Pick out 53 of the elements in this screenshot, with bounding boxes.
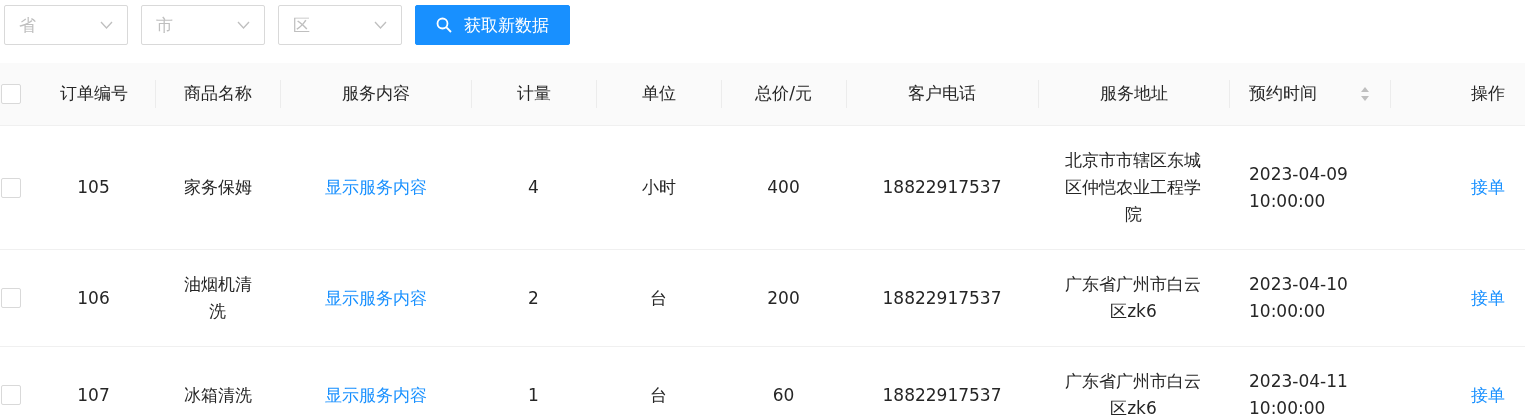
order-number: 107 [77, 384, 110, 405]
order-number: 105 [77, 177, 110, 197]
checkbox[interactable] [1, 177, 21, 198]
unit-cell: 小时 [641, 177, 676, 197]
appointment-time: 2023-04-09 10:00:00 [1249, 162, 1349, 213]
search-icon [436, 17, 452, 33]
chevron-down-icon [374, 21, 387, 29]
service-address: 广东省广州市白云区zk6 [1064, 273, 1203, 323]
checkbox[interactable] [1, 288, 21, 308]
phone-number: 18822917537 [882, 287, 1002, 308]
total-price: 60 [772, 384, 795, 405]
appointment-time: 2023-04-10 10:00:00 [1249, 273, 1349, 323]
checkbox[interactable] [1, 83, 21, 104]
select-field[interactable]: 省 [4, 5, 128, 45]
fetch-data-button[interactable]: 获取新数据 [415, 5, 570, 45]
column-header: 服务内容 [341, 83, 410, 103]
column-header: 单位 [641, 83, 676, 103]
show-service-link[interactable]: 显示服务内容 [324, 177, 427, 197]
select-field[interactable]: 区 [278, 5, 402, 45]
total-price: 200 [767, 287, 800, 308]
column-header: 操作 [1471, 83, 1505, 103]
quantity-cell: 2 [528, 287, 539, 308]
sort-icon[interactable] [1360, 85, 1370, 102]
appointment-time: 2023-04-11 10:00:00 [1249, 370, 1349, 418]
show-service-link[interactable]: 显示服务内容 [324, 384, 427, 405]
total-price: 400 [767, 177, 800, 197]
phone-number: 18822917537 [882, 177, 1002, 197]
phone-number: 18822917537 [882, 384, 1002, 405]
service-address: 北京市市辖区东城区仲恺农业工程学院 [1064, 149, 1203, 226]
accept-order-link[interactable]: 接单 [1471, 287, 1505, 308]
product-name: 冰箱清洗 [183, 383, 252, 407]
quantity-cell: 1 [528, 384, 539, 405]
show-service-link[interactable]: 显示服务内容 [324, 287, 427, 308]
chevron-down-icon [100, 21, 113, 29]
service-address: 广东省广州市白云区zk6 [1064, 370, 1203, 418]
quantity-cell: 4 [528, 177, 539, 197]
column-header: 总价/元 [755, 83, 812, 103]
checkbox[interactable] [1, 385, 21, 405]
product-name: 家务保姆 [183, 176, 252, 199]
order-number: 106 [77, 287, 110, 308]
column-header: 订单编号 [59, 83, 128, 103]
column-header: 服务地址 [1099, 83, 1168, 103]
unit-cell: 台 [650, 287, 667, 308]
accept-order-link[interactable]: 接单 [1471, 384, 1505, 405]
chevron-down-icon [237, 21, 250, 29]
select-field[interactable]: 市 [141, 5, 265, 45]
column-header[interactable]: 预约时间 [1249, 80, 1317, 107]
column-header: 客户电话 [908, 83, 976, 103]
column-header: 计量 [516, 83, 551, 103]
column-header: 商品名称 [183, 83, 252, 103]
unit-cell: 台 [650, 384, 667, 405]
product-name: 油烟机清洗 [182, 273, 253, 323]
accept-order-link[interactable]: 接单 [1471, 177, 1505, 197]
